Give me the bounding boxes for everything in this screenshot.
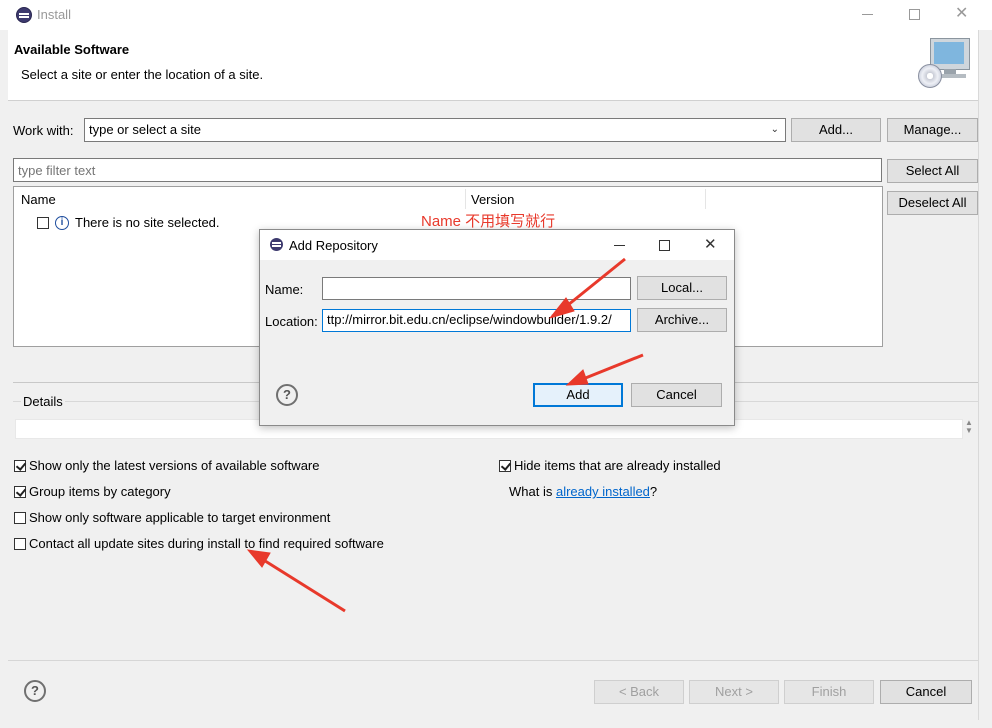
page-title: Available Software — [14, 42, 130, 57]
group-by-category-label: Group items by category — [29, 484, 171, 499]
hide-installed-label: Hide items that are already installed — [514, 458, 721, 473]
manage-button[interactable]: Manage... — [887, 118, 978, 142]
row-checkbox[interactable] — [37, 217, 49, 229]
column-name[interactable]: Name — [21, 192, 56, 207]
contact-all-label: Contact all update sites during install … — [29, 536, 384, 551]
contact-all-checkbox[interactable] — [14, 538, 26, 550]
location-field[interactable]: ttp://mirror.bit.edu.cn/eclipse/windowbu… — [322, 309, 631, 332]
show-applicable-label: Show only software applicable to target … — [29, 510, 331, 525]
window-border — [978, 30, 992, 720]
dialog-help-icon[interactable]: ? — [276, 384, 298, 406]
dialog-title: Add Repository — [289, 238, 378, 253]
finish-button[interactable]: Finish — [784, 680, 874, 704]
dialog-title-bar: Add Repository ✕ — [260, 230, 734, 260]
cancel-button[interactable]: Cancel — [880, 680, 972, 704]
dialog-cancel-button[interactable]: Cancel — [631, 383, 722, 407]
footer-divider — [8, 660, 978, 661]
close-icon[interactable]: ✕ — [955, 6, 968, 22]
group-by-category-checkbox[interactable] — [14, 486, 26, 498]
minimize-icon[interactable] — [862, 14, 873, 15]
hide-installed-checkbox[interactable] — [499, 460, 511, 472]
work-with-value: type or select a site — [89, 122, 201, 137]
add-repository-dialog: Add Repository ✕ Name: Local... Location… — [259, 229, 735, 426]
chevron-down-icon[interactable]: ⌄ — [771, 119, 779, 141]
help-icon[interactable]: ? — [24, 680, 46, 702]
header-banner: Available Software Select a site or ente… — [8, 30, 978, 101]
dialog-close-icon[interactable]: ✕ — [704, 237, 717, 252]
next-button[interactable]: Next > — [689, 680, 779, 704]
local-button[interactable]: Local... — [637, 276, 727, 300]
back-button[interactable]: < Back — [594, 680, 684, 704]
deselect-all-button[interactable]: Deselect All — [887, 191, 978, 215]
add-button[interactable]: Add — [533, 383, 623, 407]
column-version[interactable]: Version — [471, 192, 514, 207]
info-icon: i — [55, 216, 69, 230]
location-label: Location: — [265, 314, 318, 329]
name-field[interactable] — [322, 277, 631, 300]
column-divider — [465, 189, 466, 209]
table-header: Name Version — [14, 187, 882, 209]
window-title: Install — [37, 7, 71, 22]
eclipse-icon — [270, 238, 283, 251]
install-graphic-icon — [918, 36, 972, 90]
title-bar: Install ✕ — [0, 0, 992, 30]
show-latest-checkbox[interactable] — [14, 460, 26, 472]
column-divider — [705, 189, 706, 209]
dialog-minimize-icon[interactable] — [614, 245, 625, 246]
add-site-button[interactable]: Add... — [791, 118, 881, 142]
what-is-installed: What is already installed? — [509, 484, 657, 499]
page-subtitle: Select a site or enter the location of a… — [21, 67, 264, 82]
what-is-prefix: What is — [509, 484, 556, 499]
work-with-label: Work with: — [13, 123, 74, 138]
already-installed-link[interactable]: already installed — [556, 484, 650, 499]
filter-input[interactable] — [13, 158, 882, 182]
select-all-button[interactable]: Select All — [887, 159, 978, 183]
details-label: Details — [21, 394, 65, 409]
annotation-text: Name 不用填写就行 — [421, 213, 556, 230]
maximize-icon[interactable] — [909, 9, 920, 20]
what-is-suffix: ? — [649, 484, 658, 499]
name-label: Name: — [265, 282, 304, 297]
work-with-combo[interactable]: type or select a site ⌄ — [84, 118, 786, 142]
dialog-maximize-icon[interactable] — [659, 240, 670, 251]
empty-message: There is no site selected. — [75, 215, 220, 230]
show-applicable-checkbox[interactable] — [14, 512, 26, 524]
eclipse-icon — [16, 7, 32, 23]
show-latest-label: Show only the latest versions of availab… — [29, 458, 320, 473]
details-scrollbar[interactable]: ▲ ▼ — [963, 419, 975, 439]
archive-button[interactable]: Archive... — [637, 308, 727, 332]
